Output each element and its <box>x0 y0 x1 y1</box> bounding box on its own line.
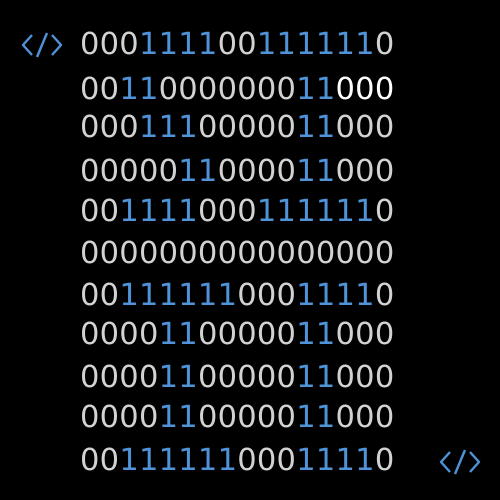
binary-ones: 11 <box>296 110 336 145</box>
binary-row: 0000011000011000 <box>80 152 395 192</box>
binary-ones: 111111 <box>119 278 238 313</box>
binary-ones: 1111 <box>119 194 198 229</box>
binary-ones: 11 <box>296 317 336 352</box>
binary-zeros: 00000 <box>197 110 297 145</box>
binary-zeros: 0 <box>374 27 395 62</box>
binary-ones: 1111 <box>296 443 375 478</box>
binary-zeros: 000 <box>80 110 139 145</box>
binary-zeros: 0 <box>374 443 395 478</box>
binary-ones: 11 <box>296 154 336 189</box>
binary-ones: 111111 <box>256 27 375 62</box>
binary-ones: 11 <box>178 154 218 189</box>
binary-zeros: 00 <box>80 278 120 313</box>
binary-zeros: 00000 <box>197 317 297 352</box>
binary-zeros: 00000 <box>197 400 297 435</box>
binary-zeros: 0000000000000000 <box>80 236 395 271</box>
binary-zeros: 000 <box>335 110 395 145</box>
binary-zeros: 000 <box>335 154 395 189</box>
binary-zeros: 000 <box>335 360 395 395</box>
binary-ones: 11 <box>296 72 336 107</box>
binary-ones: 11 <box>296 400 336 435</box>
binary-zeros: 0 <box>374 194 395 229</box>
binary-zeros: 0000 <box>80 400 159 435</box>
binary-row: 0000110000011000 <box>80 358 395 398</box>
binary-ones: 11 <box>296 360 336 395</box>
binary-zeros: 000 <box>335 317 395 352</box>
binary-row: 0011111100011110 <box>80 441 395 481</box>
binary-zeros: 000 <box>237 278 297 313</box>
binary-zeros: 00 <box>217 27 257 62</box>
binary-row: 0011000000011000 <box>80 70 395 110</box>
binary-zeros: 000 <box>335 400 395 435</box>
binary-zeros: 0000 <box>217 154 297 189</box>
binary-row: 0000110000011000 <box>80 315 395 355</box>
binary-ones: 1111 <box>138 27 218 62</box>
binary-zeros: 00 <box>80 443 120 478</box>
binary-ones: 11 <box>158 360 198 395</box>
binary-ones: 111111 <box>119 443 238 478</box>
binary-row: 0011110001111110 <box>80 192 395 232</box>
binary-zeros: 000 <box>197 194 257 229</box>
code-tag-icon <box>438 447 482 477</box>
binary-row: 0000000000000000 <box>80 234 394 274</box>
binary-zeros: 0 <box>374 278 395 313</box>
binary-ones: 11 <box>119 72 159 107</box>
binary-zeros: 000 <box>80 27 139 62</box>
binary-row: 0001110000011000 <box>80 108 395 148</box>
binary-ones: 111111 <box>256 194 375 229</box>
binary-zeros: 00000 <box>80 154 179 189</box>
binary-zeros: 0000000 <box>158 72 297 107</box>
binary-ones: 11 <box>158 317 198 352</box>
binary-zeros: 00000 <box>197 360 297 395</box>
binary-row: 0001111001111110 <box>80 25 395 65</box>
binary-ones: 1111 <box>296 278 375 313</box>
binary-zeros: 0000 <box>80 360 159 395</box>
binary-ones: 111 <box>138 110 198 145</box>
binary-code-artwork: 0001111001111110 0011000000011000 000111… <box>0 0 500 500</box>
binary-zeros: 00 <box>80 194 120 229</box>
binary-zeros: 00 <box>80 72 120 107</box>
binary-rows: 0001111001111110 0011000000011000 000111… <box>0 0 500 500</box>
binary-zeros: 000 <box>237 443 297 478</box>
binary-zeros: 0000 <box>80 317 159 352</box>
binary-zeros: 000 <box>335 72 395 107</box>
binary-row: 0011111100011110 <box>80 276 395 316</box>
binary-row: 0000110000011000 <box>80 398 395 438</box>
binary-ones: 11 <box>158 400 198 435</box>
